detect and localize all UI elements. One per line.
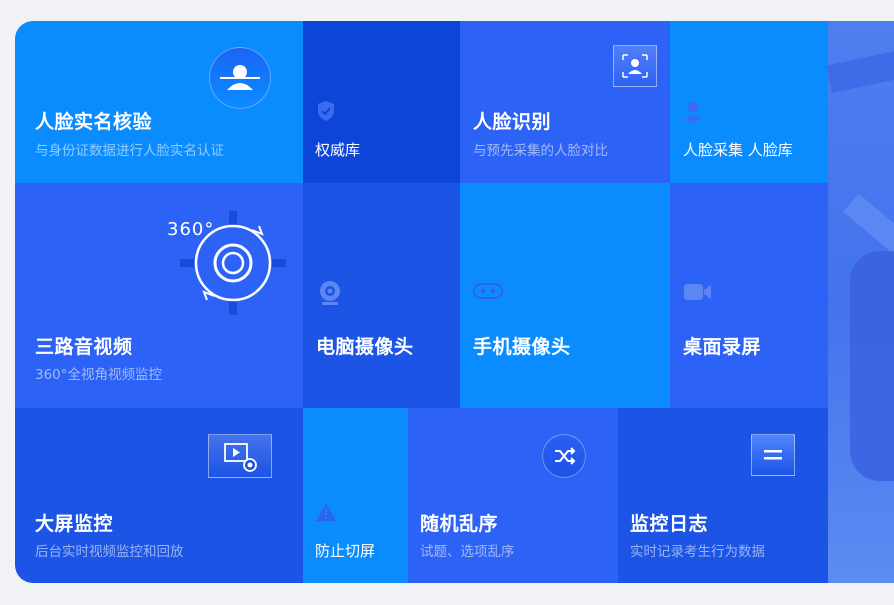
log-icon: [751, 434, 795, 476]
tile-title: 桌面录屏: [683, 336, 762, 358]
tile-subtitle: 与身份证数据进行人脸实名认证: [35, 143, 224, 159]
tile-monitor-log[interactable]: 监控日志 实时记录考生行为数据: [618, 408, 828, 583]
tile-label: 人脸采集 人脸库: [683, 141, 793, 159]
tile-title: 大屏监控: [35, 513, 114, 535]
tile-face-verify[interactable]: 人脸实名核验 与身份证数据进行人脸实名认证: [15, 21, 303, 183]
person-icon: [684, 102, 702, 121]
tile-label: 权威库: [315, 141, 361, 159]
tile-title: 监控日志: [630, 513, 709, 535]
tile-subtitle: 360°全视角视频监控: [35, 367, 163, 383]
tile-label: 防止切屏: [315, 542, 376, 560]
tile-subtitle: 实时记录考生行为数据: [630, 544, 765, 560]
tile-phone-camera[interactable]: 手机摄像头: [460, 183, 670, 408]
tile-title: 随机乱序: [420, 513, 499, 535]
face-scan-icon: [209, 47, 271, 109]
phone-camera-icon: [473, 283, 503, 299]
tile-face-recognition[interactable]: 人脸识别 与预先采集的人脸对比: [460, 21, 670, 183]
tile-title: 电脑摄像头: [316, 336, 414, 358]
warning-icon: [316, 503, 336, 521]
tile-title: 人脸实名核验: [35, 111, 153, 133]
tile-subtitle: 试题、选项乱序: [420, 544, 515, 560]
camera-360-icon: [180, 211, 286, 315]
tile-three-way-av[interactable]: 360° 三路音视频 360°全视角视频监控: [15, 183, 303, 408]
tile-pc-camera[interactable]: 电脑摄像头: [303, 183, 460, 408]
shuffle-icon: [542, 434, 586, 478]
tile-title: 手机摄像头: [473, 336, 571, 358]
tile-subtitle: 与预先采集的人脸对比: [473, 143, 608, 159]
shield-check-icon: [318, 101, 334, 121]
webcam-icon: [320, 281, 340, 305]
feature-board: 人脸实名核验 与身份证数据进行人脸实名认证 权威库 人脸识别 与预先采集的人脸对…: [15, 21, 894, 583]
tile-title: 人脸识别: [473, 111, 552, 133]
tile-face-capture[interactable]: 人脸采集 人脸库: [670, 21, 828, 183]
tile-subtitle: 后台实时视频监控和回放: [35, 544, 184, 560]
video-camera-icon: [684, 284, 711, 300]
screen-play-icon: [208, 434, 272, 478]
face-frame-icon: [613, 45, 657, 87]
tile-title: 三路音视频: [35, 336, 133, 358]
decorative-background-panel: [826, 21, 894, 583]
tile-anti-switch[interactable]: 防止切屏: [303, 408, 408, 583]
tile-shuffle[interactable]: 随机乱序 试题、选项乱序: [408, 408, 618, 583]
tile-screen-record[interactable]: 桌面录屏: [670, 183, 828, 408]
tile-big-screen[interactable]: 大屏监控 后台实时视频监控和回放: [15, 408, 303, 583]
tile-authority[interactable]: 权威库: [303, 21, 460, 183]
